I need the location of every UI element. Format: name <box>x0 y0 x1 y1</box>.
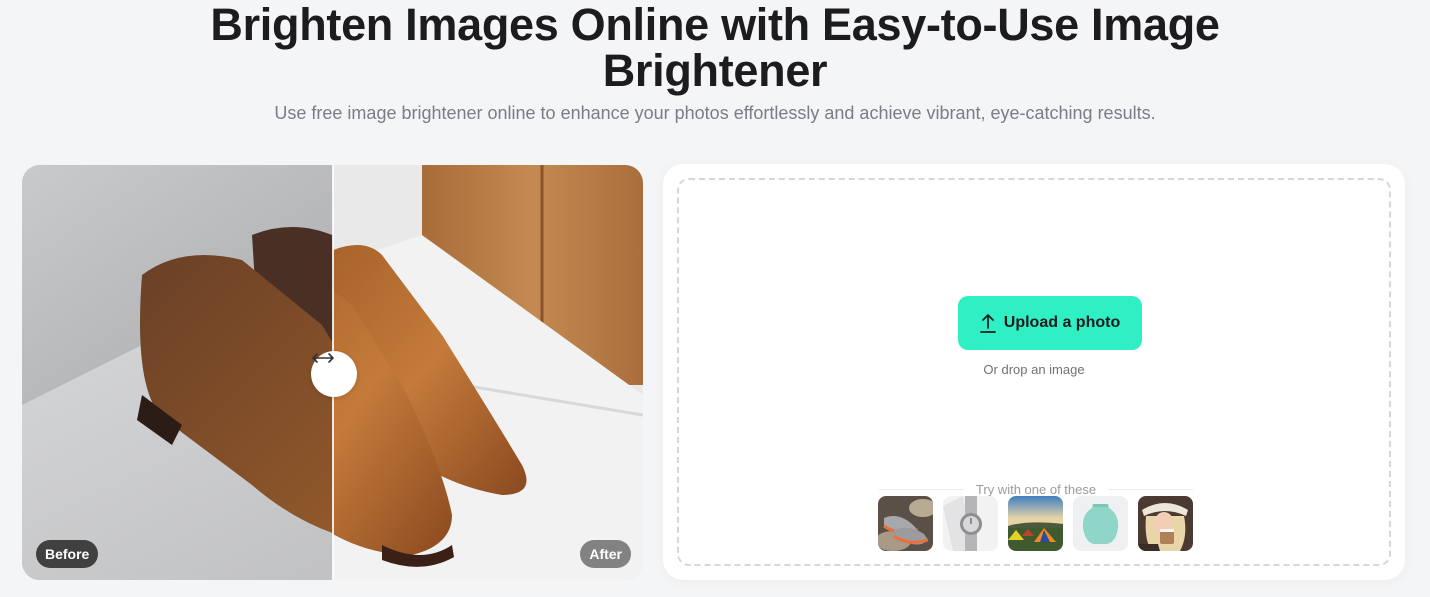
image-dropzone[interactable]: Upload a photo Or drop an image Try with… <box>677 178 1391 566</box>
sample-image-watch[interactable] <box>943 496 998 551</box>
upload-arrow-icon <box>979 314 996 333</box>
divider <box>1108 489 1193 490</box>
left-right-arrow-icon <box>312 353 334 363</box>
samples-header: Try with one of these <box>879 482 1193 497</box>
samples-label: Try with one of these <box>975 482 1097 497</box>
sample-image-woman-with-coffee[interactable] <box>1138 496 1193 551</box>
sample-image-sneakers[interactable] <box>878 496 933 551</box>
camping-thumbnail <box>1008 496 1063 551</box>
page-subtitle: Use free image brightener online to enha… <box>274 103 1156 123</box>
woman-thumbnail <box>1138 496 1193 551</box>
before-label: Before <box>36 540 99 568</box>
sample-images <box>878 496 1193 551</box>
upload-photo-button[interactable]: Upload a photo <box>958 296 1142 350</box>
sneakers-thumbnail <box>878 496 933 551</box>
sample-image-vase[interactable] <box>1073 496 1128 551</box>
page-title: Brighten Images Online with Easy-to-Use … <box>210 0 1220 96</box>
after-label: After <box>580 540 631 568</box>
drop-hint: Or drop an image <box>983 362 1085 377</box>
vase-thumbnail <box>1073 496 1128 551</box>
before-after-compare[interactable]: Before After <box>22 165 643 580</box>
divider <box>879 489 964 490</box>
watch-thumbnail <box>943 496 998 551</box>
sample-image-camping-tents[interactable] <box>1008 496 1063 551</box>
compare-slider-handle[interactable] <box>311 351 357 397</box>
upload-card: Upload a photo Or drop an image Try with… <box>663 164 1405 580</box>
upload-photo-label: Upload a photo <box>1003 314 1121 331</box>
